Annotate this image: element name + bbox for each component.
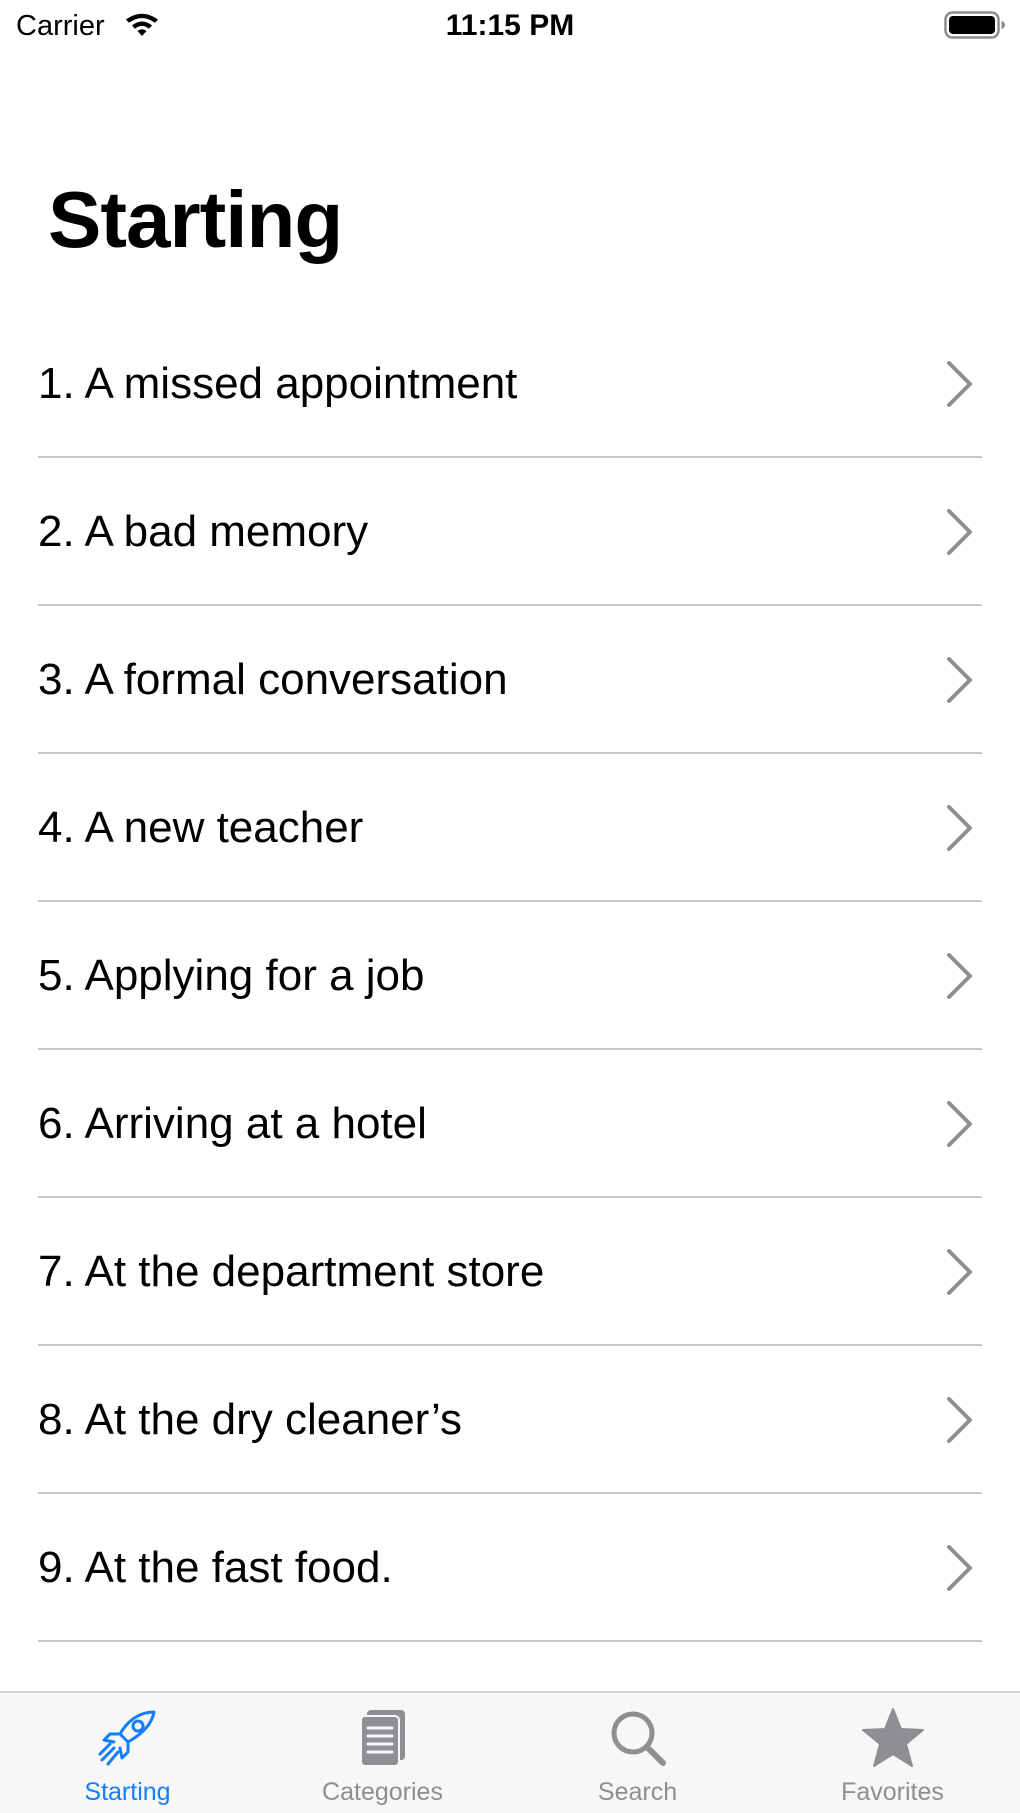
list-item[interactable]: 1. A missed appointment xyxy=(0,310,1020,458)
status-time: 11:15 PM xyxy=(445,9,575,42)
chevron-right-icon xyxy=(944,656,974,709)
star-icon xyxy=(765,1705,1020,1771)
chevron-right-icon xyxy=(944,1100,974,1153)
tab-favorites[interactable]: Favorites xyxy=(765,1693,1020,1813)
rocket-icon xyxy=(0,1705,255,1771)
magnifier-icon xyxy=(510,1705,765,1771)
list-item[interactable]: 9. At the fast food. xyxy=(0,1494,1020,1642)
tab-label: Categories xyxy=(322,1778,443,1806)
status-bar: Carrier 11:15 PM xyxy=(0,0,1020,52)
list-item-label: 7. At the department store xyxy=(38,1247,545,1296)
list-item-label: 6. Arriving at a hotel xyxy=(38,1099,427,1148)
list-item[interactable]: 7. At the department store xyxy=(0,1198,1020,1346)
list-item-label: 1. A missed appointment xyxy=(38,359,518,408)
chevron-right-icon xyxy=(944,1544,974,1597)
list-item[interactable]: 6. Arriving at a hotel xyxy=(0,1050,1020,1198)
list-item[interactable]: 4. A new teacher xyxy=(0,754,1020,902)
tab-categories[interactable]: Categories xyxy=(255,1693,510,1813)
battery-icon xyxy=(944,11,1006,44)
list-item[interactable]: 3. A formal conversation xyxy=(0,606,1020,754)
list-item[interactable]: 5. Applying for a job xyxy=(0,902,1020,1050)
tab-label: Search xyxy=(597,1778,678,1806)
document-icon xyxy=(255,1705,510,1771)
list-item-label: 8. At the dry cleaner’s xyxy=(38,1395,462,1444)
list-item-label: 3. A formal conversation xyxy=(38,655,508,704)
tab-label: Favorites xyxy=(841,1778,944,1806)
page-title: Starting xyxy=(48,175,343,264)
chevron-right-icon xyxy=(944,1396,974,1449)
chevron-right-icon xyxy=(944,804,974,857)
chevron-right-icon xyxy=(944,1248,974,1301)
list-item-label: 4. A new teacher xyxy=(38,803,364,852)
list-item-label: 5. Applying for a job xyxy=(38,951,425,1000)
chevron-right-icon xyxy=(944,952,974,1005)
app-screen: Carrier 11:15 PM Starting 1. A missed ap… xyxy=(0,0,1020,1813)
list-item[interactable]: 8. At the dry cleaner’s xyxy=(0,1346,1020,1494)
topic-list: 1. A missed appointment 2. A bad memory … xyxy=(0,310,1020,1642)
list-divider xyxy=(38,1640,982,1642)
tab-search[interactable]: Search xyxy=(510,1693,765,1813)
list-item[interactable]: 2. A bad memory xyxy=(0,458,1020,606)
list-item-label: 2. A bad memory xyxy=(38,507,369,556)
tab-starting[interactable]: Starting xyxy=(0,1693,255,1813)
tab-label: Starting xyxy=(84,1778,171,1806)
chevron-right-icon xyxy=(944,508,974,561)
chevron-right-icon xyxy=(944,360,974,413)
list-item-label: 9. At the fast food. xyxy=(38,1543,393,1592)
tab-bar: Starting Categories Search Favorites xyxy=(0,1691,1020,1813)
